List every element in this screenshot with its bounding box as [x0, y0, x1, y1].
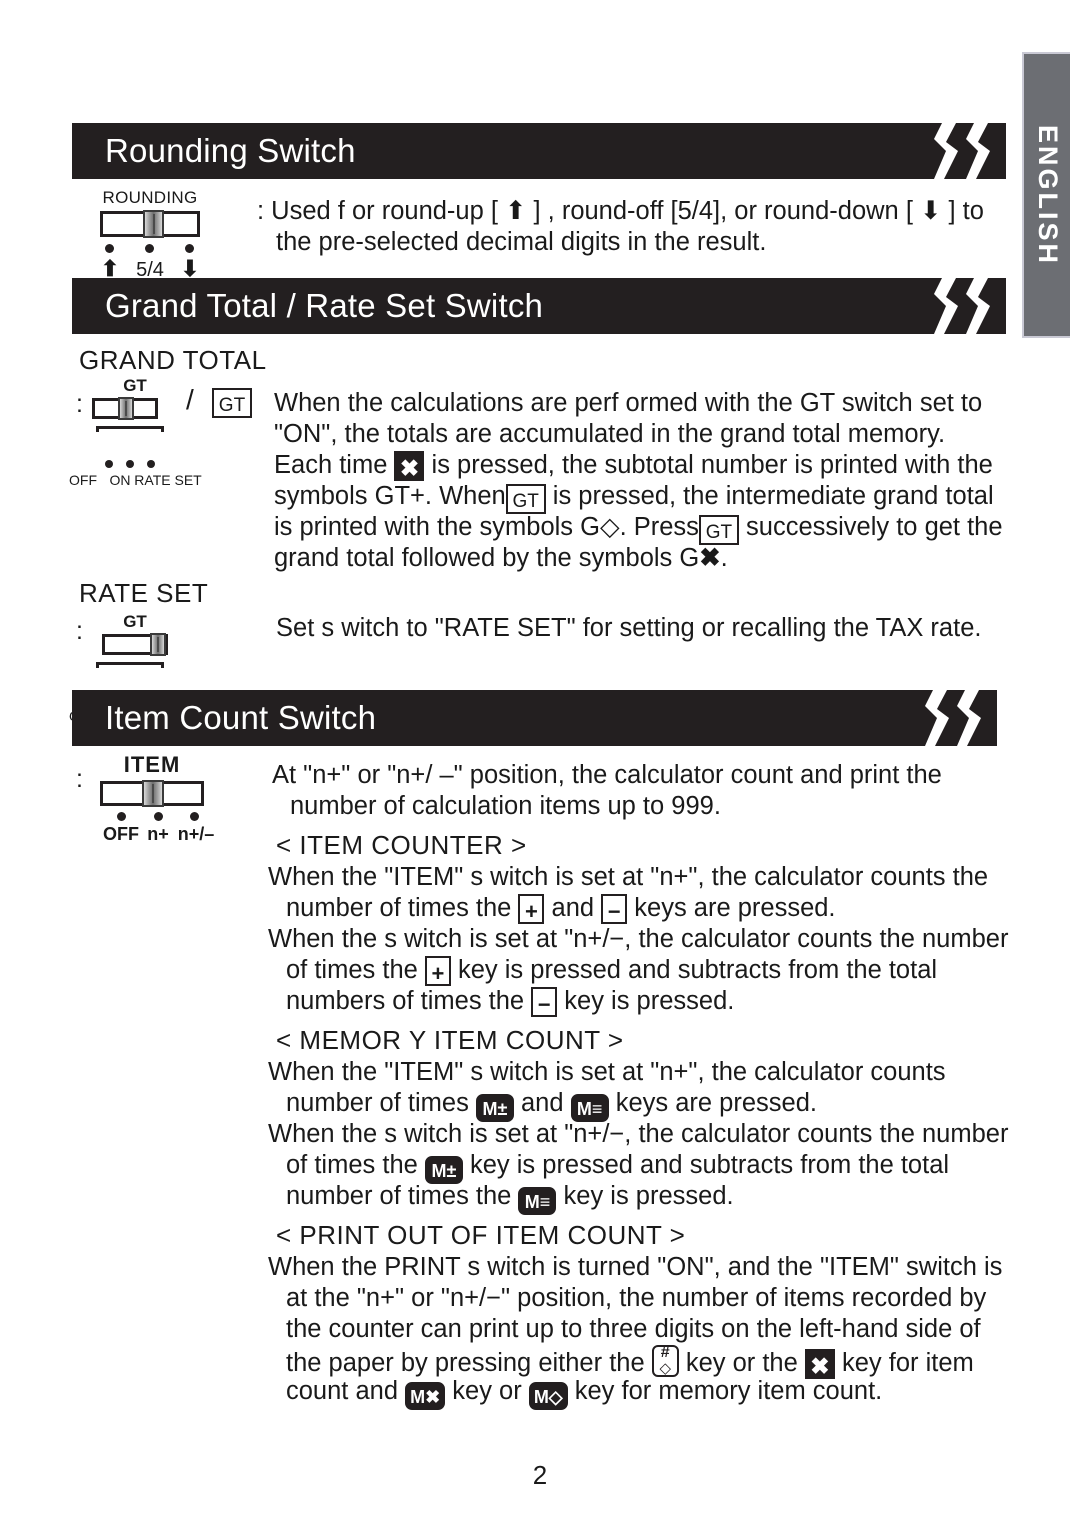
rounding-line-1: the pre-selected decimal digits in the r…	[276, 228, 767, 256]
switch-grand-total-caption: GT	[123, 376, 147, 395]
memory-diamond-key-icon: M◇	[528, 1382, 568, 1410]
language-tab-label: ENGLISH	[1032, 124, 1063, 266]
switch-grand-total-body[interactable]	[92, 397, 158, 420]
page-number: 2	[532, 1460, 548, 1490]
subheading-grand-total: GRAND TOTAL	[79, 345, 267, 375]
switch-item-caption: ITEM	[123, 752, 181, 777]
memory-star-key-icon: M✖	[405, 1382, 446, 1410]
star-key-icon: ✖	[394, 451, 425, 481]
block-heading-item-counter: < ITEM COUNTER >	[276, 830, 527, 860]
switch-rate-set-knob[interactable]	[150, 633, 166, 656]
language-tab[interactable]: ENGLISH	[1022, 52, 1070, 338]
memory-item-line-3: of times the M± key is pressed and subtr…	[286, 1150, 949, 1184]
block-heading-memory-item-count: < MEMOR Y ITEM COUNT >	[276, 1025, 624, 1055]
switch-item-labels: OFF n+ n+/–	[100, 820, 230, 844]
memory-item-line-2: When the s witch is set at "n+/−, the ca…	[268, 1120, 1009, 1148]
memory-equal-key-icon: M≡	[570, 1094, 609, 1122]
minus-key-icon: −	[601, 894, 628, 924]
switch-rounding-body[interactable]	[100, 210, 200, 238]
memory-plusminus-key-icon: M±	[424, 1156, 463, 1184]
grand-total-line-1: "ON", the totals are accumulated in the …	[274, 420, 946, 448]
memory-item-line-0: When the "ITEM" s witch is set at "n+", …	[268, 1058, 946, 1086]
gt-key-icon: GT	[698, 515, 739, 545]
item-intro-0: At "n+" or "n+/ –" position, the calcula…	[272, 761, 942, 789]
star-key-icon: ✖	[804, 1349, 835, 1379]
minus-key-icon: −	[531, 987, 558, 1017]
switch-rounding: ROUNDING ⬆ 5/4 ⬇	[90, 188, 210, 282]
switch-grand-total-pos-0: OFF	[69, 472, 97, 488]
subheading-rate-set: RATE SET	[79, 578, 209, 608]
switch-item-pos-0: OFF	[103, 824, 139, 844]
grand-total-separator: /	[186, 384, 194, 415]
switch-grand-total-knob[interactable]	[118, 397, 134, 420]
grand-total-line-0: When the calculations are perf ormed wit…	[274, 389, 983, 417]
switch-grand-total-pos-1: ON	[109, 472, 131, 488]
section-title-rounding: Rounding Switch	[105, 132, 356, 169]
item-counter-line-3: of times the + key is pressed and subtra…	[286, 956, 938, 986]
plus-key-icon: +	[518, 894, 545, 924]
switch-rate-set-caption: GT	[123, 612, 147, 631]
switch-grand-total-pos-2: RATE SET	[134, 472, 202, 488]
block-heading-print-out-item-count: < PRINT OUT OF ITEM COUNT >	[276, 1220, 686, 1250]
switch-grand-total-labels: OFF ON RATE SET	[69, 431, 202, 488]
switch-grand-total-dots	[92, 419, 202, 468]
bar-notch-icon	[934, 123, 1006, 179]
switch-rounding-caption: ROUNDING	[102, 188, 198, 207]
rate-set-line-0: Set s witch to "RATE SET" for setting or…	[276, 614, 982, 642]
switch-item-body[interactable]	[100, 780, 204, 807]
switch-item: ITEM OFF n+ n+/–	[100, 752, 230, 844]
grand-total-line-3: symbols GT+. When GT is pressed, the inte…	[274, 482, 994, 514]
grand-total-line-5: grand total followed by the symbols G✖.	[274, 544, 728, 572]
switch-item-pos-1: n+	[147, 824, 169, 844]
gt-key-icon: GT	[212, 388, 252, 418]
grand-total-key-badge: GT	[212, 388, 252, 418]
memory-item-line-1: number of times M± and M≡ keys are press…	[286, 1088, 817, 1122]
memory-item-line-4: number of times the M≡ key is pressed.	[286, 1181, 734, 1215]
switch-rate-set: GT OFF ON RATE SET	[69, 612, 212, 724]
item-counter-line-1: number of times the + and − keys are pre…	[286, 894, 836, 924]
switch-rate-set-labels: OFF ON RATE SET	[69, 667, 212, 724]
item-counter-line-4: numbers of times the − key is pressed.	[286, 987, 735, 1017]
gt-key-icon: GT	[505, 484, 546, 514]
memory-equal-key-icon: M≡	[518, 1187, 557, 1215]
switch-item-pos-2: n+/–	[177, 824, 215, 844]
print-out-line-4: count and M✖ key or M◇ key for memory it…	[286, 1376, 882, 1410]
item-counter-line-2: When the s witch is set at "n+/−, the ca…	[268, 925, 1009, 953]
item-counter-line-0: When the "ITEM" s witch is set at "n+", …	[268, 863, 989, 891]
switch-rate-set-body[interactable]	[102, 633, 168, 656]
section-header-item-count: Item Count Switch	[72, 690, 997, 746]
item-colon: :	[76, 765, 83, 793]
section-header-rounding: Rounding Switch	[72, 123, 1006, 179]
switch-item-dots	[100, 806, 230, 821]
print-out-line-0: When the PRINT s witch is turned "ON", a…	[268, 1253, 1003, 1281]
rounding-line-0: : Used f or round-up [ ⬆ ] , round-off […	[257, 197, 984, 225]
section-title-grand-total: Grand Total / Rate Set Switch	[105, 287, 544, 324]
grand-total-line-2: Each time ✖ is pressed, the subtotal num…	[274, 451, 993, 481]
switch-item-knob[interactable]	[142, 780, 164, 807]
print-out-line-3: the paper by pressing either the # ◇ key …	[286, 1344, 974, 1379]
section-title-item-count: Item Count Switch	[105, 699, 377, 736]
rate-set-colon: :	[76, 617, 83, 645]
print-out-line-1: at the "n+" or "n+/−" position, the numb…	[286, 1284, 987, 1312]
switch-rounding-knob[interactable]	[143, 210, 164, 238]
switch-rate-set-dots	[102, 655, 212, 704]
grand-total-colon: :	[76, 390, 83, 418]
item-intro-1: number of calculation items up to 999.	[290, 792, 721, 820]
hash-key-icon: # ◇	[651, 1345, 679, 1377]
grand-total-line-4: is printed with the symbols G◇. Press GT …	[274, 513, 1003, 545]
print-out-line-2: the counter can print up to three digits…	[286, 1315, 981, 1343]
section-header-grand-total: Grand Total / Rate Set Switch	[72, 278, 1006, 334]
memory-plusminus-key-icon: M±	[475, 1094, 514, 1122]
bar-notch-icon	[934, 278, 1006, 334]
bar-notch-icon	[925, 690, 997, 746]
plus-key-icon: +	[424, 956, 451, 986]
